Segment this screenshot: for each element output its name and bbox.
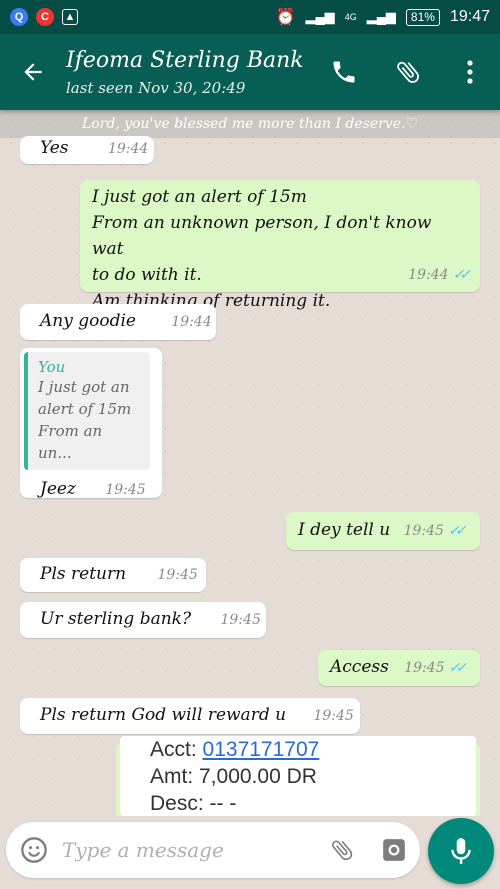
camera-button[interactable] <box>368 837 420 863</box>
message-time: 19:45 <box>313 708 354 724</box>
battery-indicator: 81% <box>405 8 440 26</box>
message-text: I dey tell u <box>298 520 391 540</box>
message-incoming[interactable]: Pls return 19:45 <box>20 558 206 592</box>
more-vert-icon <box>467 60 473 84</box>
message-incoming[interactable]: Yes 19:44 <box>20 136 154 164</box>
image-content[interactable]: Acct: 0137171707 Amt: 7,000.00 DR Desc: … <box>120 736 476 816</box>
quoted-line: alert of 15m <box>38 400 132 418</box>
image-acct-value: 0137171707 <box>202 738 320 761</box>
arrow-back-icon <box>24 63 42 81</box>
last-seen: last seen Nov 30, 20:49 <box>66 78 246 97</box>
alarm-icon: ⏰ <box>275 9 296 26</box>
chat-area[interactable]: Lord, you've blessed me more than I dese… <box>0 110 500 816</box>
network-type: 4G <box>344 12 357 22</box>
message-text: Pls return <box>40 564 127 584</box>
image-desc: Desc: -- - <box>150 792 237 815</box>
message-time: 19:45 <box>220 612 261 628</box>
back-button[interactable] <box>0 34 66 110</box>
message-input[interactable]: Type a message <box>62 838 316 862</box>
message-line: From an unknown person, I don't know wat <box>92 213 432 259</box>
message-input-box[interactable]: Type a message <box>6 822 420 878</box>
status-bar: Q C ▲ ⏰ ▂▄▆ 4G ▂▄▆ 81% 19:47 <box>0 0 500 34</box>
image-acct-label: Acct: <box>150 738 197 761</box>
message-text: Jeez <box>40 479 76 499</box>
voice-record-button[interactable] <box>428 818 494 884</box>
quoted-line: From an un... <box>38 422 103 462</box>
double-check-icon: ✓✓ <box>448 660 468 676</box>
status-left-icons: Q C ▲ <box>10 8 78 26</box>
camera-icon <box>383 839 405 861</box>
message-time: 19:44 <box>408 267 449 283</box>
message-text: Any goodie <box>40 311 136 331</box>
signal-icon: ▂▄▆ <box>305 9 335 24</box>
emoji-button[interactable] <box>6 836 62 864</box>
message-meta: 19:44 ✓✓ <box>408 264 472 284</box>
message-time: 19:44 <box>107 141 149 157</box>
message-time: 19:45 <box>404 660 445 676</box>
quoted-message[interactable]: You I just got an alert of 15m From an u… <box>24 352 150 470</box>
overflow-menu-button[interactable] <box>440 34 500 110</box>
clock: 19:47 <box>449 8 490 25</box>
phone-icon <box>333 61 355 83</box>
quoted-line: I just got an <box>38 378 130 396</box>
attach-file-button[interactable] <box>316 837 368 863</box>
emoji-icon <box>21 837 47 863</box>
status-right: ⏰ ▂▄▆ 4G ▂▄▆ 81% 19:47 <box>276 7 490 27</box>
message-time: 19:45 <box>105 482 146 498</box>
message-incoming[interactable]: Ur sterling bank? 19:45 <box>20 602 266 638</box>
quoted-author: You <box>38 358 66 376</box>
status-banner: Lord, you've blessed me more than I dese… <box>0 110 500 138</box>
image-message[interactable]: Acct: 0137171707 Amt: 7,000.00 DR Desc: … <box>116 736 480 816</box>
chat-header: Ifeoma Sterling Bank last seen Nov 30, 2… <box>0 34 500 110</box>
message-time: 19:45 <box>403 523 444 539</box>
contact-name: Ifeoma Sterling Bank <box>66 47 304 73</box>
message-incoming[interactable]: Pls return God will reward u 19:45 <box>20 698 360 734</box>
chrome-notification-icon: C <box>36 8 54 26</box>
app-notification-icon: Q <box>10 8 28 26</box>
double-check-icon: ✓✓ <box>447 523 467 539</box>
message-time: 19:44 <box>171 314 212 330</box>
message-line: I just got an alert of 15m <box>92 187 307 207</box>
microphone-icon <box>451 838 471 864</box>
attach-button[interactable] <box>376 34 440 110</box>
call-button[interactable] <box>312 34 376 110</box>
paperclip-icon <box>397 61 419 83</box>
image-amount: Amt: 7,000.00 DR <box>150 765 317 788</box>
message-incoming-reply[interactable]: You I just got an alert of 15m From an u… <box>20 348 162 499</box>
signal-icon-2: ▂▄▆ <box>366 9 396 24</box>
message-outgoing[interactable]: I just got an alert of 15m From an unkno… <box>80 180 480 311</box>
message-text: Access <box>330 657 389 677</box>
composer: Type a message <box>0 816 500 889</box>
message-outgoing[interactable]: I dey tell u 19:45 ✓✓ <box>286 512 480 550</box>
message-text: Yes <box>40 138 69 158</box>
message-text: Ur sterling bank? <box>40 609 192 629</box>
message-time: 19:45 <box>157 567 198 583</box>
message-incoming[interactable]: Any goodie 19:44 <box>20 304 216 340</box>
reply-body: Jeez 19:45 <box>24 470 158 503</box>
message-text: Pls return God will reward u <box>40 705 287 725</box>
gallery-notification-icon: ▲ <box>62 9 78 25</box>
contact-info[interactable]: Ifeoma Sterling Bank last seen Nov 30, 2… <box>66 48 312 97</box>
paperclip-icon <box>331 840 353 861</box>
double-check-icon: ✓✓ <box>452 267 472 283</box>
image-acct-line: Acct: 0137171707 <box>150 736 476 763</box>
message-outgoing[interactable]: Access 19:45 ✓✓ <box>318 650 480 686</box>
